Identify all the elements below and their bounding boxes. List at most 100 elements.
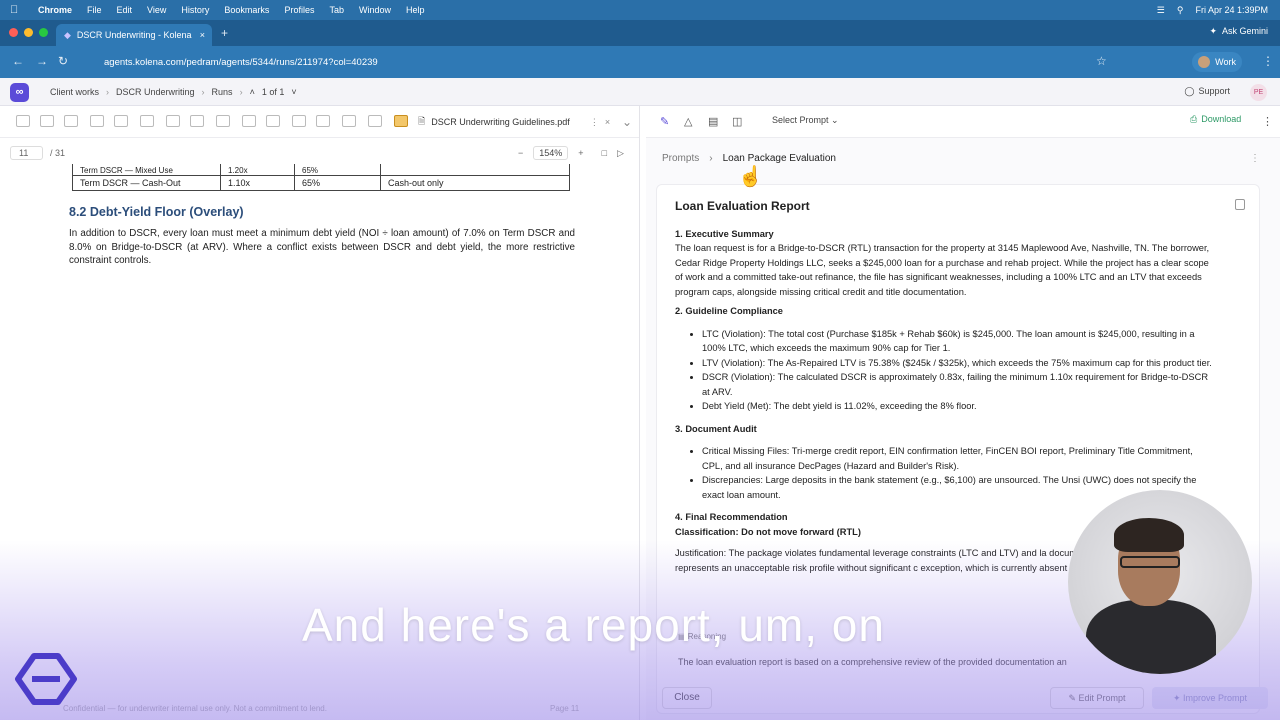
close-icon[interactable]: × bbox=[605, 117, 610, 127]
back-icon[interactable]: ← bbox=[12, 54, 24, 68]
list-item: Critical Missing Files: Tri-merge credit… bbox=[702, 444, 1215, 473]
document-icon[interactable]: ▤ bbox=[708, 115, 718, 128]
table-cell: Term DSCR — Cash-Out bbox=[72, 174, 221, 191]
address-bar[interactable]: agents.kolena.com/pedram/agents/5344/run… bbox=[80, 51, 1120, 73]
forward-icon[interactable]: → bbox=[36, 54, 48, 68]
reasoning-text: The loan evaluation report is based on a… bbox=[678, 657, 1067, 667]
compliance-list: LTC (Violation): The total cost (Purchas… bbox=[702, 327, 1215, 414]
chevron-down-icon[interactable]: ⌄ bbox=[622, 115, 632, 129]
clock[interactable]: Fri Apr 24 1:39PM bbox=[1195, 5, 1268, 15]
download-button[interactable]: ⎙ Download bbox=[1190, 114, 1241, 125]
avatar bbox=[1198, 56, 1211, 68]
browser-tab[interactable]: ◆ DSCR Underwriting - Kolena × bbox=[56, 24, 212, 46]
toolbar-icon[interactable] bbox=[16, 115, 30, 127]
kolena-logo-icon[interactable]: ∞ bbox=[10, 83, 29, 102]
edit-pencil-icon[interactable]: ✎ bbox=[660, 115, 669, 128]
toolbar-icon[interactable] bbox=[190, 115, 204, 127]
close-tab-icon[interactable]: × bbox=[200, 30, 205, 40]
toolbar-icon[interactable] bbox=[40, 115, 54, 127]
toolbar-icon[interactable] bbox=[216, 115, 230, 127]
crumb-prompts[interactable]: Prompts bbox=[662, 153, 699, 164]
section-title: 1. Executive Summary bbox=[675, 228, 774, 239]
menu-window[interactable]: Window bbox=[359, 5, 391, 15]
more-vertical-icon[interactable]: ⋮ bbox=[590, 117, 599, 128]
list-item: Debt Yield (Met): The debt yield is 11.0… bbox=[702, 399, 1215, 414]
menu-history[interactable]: History bbox=[181, 5, 209, 15]
kolena-favicon-icon: ◆ bbox=[64, 29, 71, 40]
select-prompt-label: Select Prompt bbox=[772, 115, 829, 125]
toolbar-icon[interactable] bbox=[114, 115, 128, 127]
fit-page-icon[interactable]: □ bbox=[602, 148, 607, 158]
book-icon[interactable]: ◫ bbox=[732, 115, 742, 128]
toolbar-icon[interactable] bbox=[166, 115, 180, 127]
menu-tab[interactable]: Tab bbox=[329, 5, 344, 15]
close-window-button[interactable] bbox=[9, 28, 18, 37]
toolbar-icon[interactable] bbox=[342, 115, 356, 127]
pager-up-icon[interactable]: ˄ bbox=[250, 87, 255, 97]
chevron-down-icon: ⌄ bbox=[831, 115, 839, 125]
url-text: agents.kolena.com/pedram/agents/5344/run… bbox=[104, 56, 378, 68]
highlight-icon[interactable] bbox=[394, 115, 408, 127]
select-prompt-dropdown[interactable]: Select Prompt ⌄ bbox=[772, 115, 839, 126]
pdf-footer-page: Page 11 bbox=[550, 704, 580, 713]
toolbar-icon[interactable] bbox=[90, 115, 104, 127]
pager-down-icon[interactable]: ˅ bbox=[291, 87, 296, 97]
toolbar-icon[interactable] bbox=[242, 115, 256, 127]
toolbar-icon[interactable] bbox=[316, 115, 330, 127]
report-title: Loan Evaluation Report bbox=[675, 199, 810, 213]
tab-title: DSCR Underwriting - Kolena bbox=[76, 30, 192, 40]
zoom-controls: − 154% + □ ▷ bbox=[518, 146, 624, 160]
new-tab-icon[interactable]: + bbox=[221, 26, 228, 40]
chevron-right-icon: › bbox=[106, 87, 110, 97]
zoom-out-icon[interactable]: − bbox=[518, 148, 523, 158]
graph-icon[interactable]: △ bbox=[684, 115, 692, 128]
crumb-dscr-underwriting[interactable]: DSCR Underwriting bbox=[116, 87, 195, 97]
expand-icon[interactable]: ▷ bbox=[617, 148, 624, 159]
maximize-window-button[interactable] bbox=[39, 28, 48, 37]
close-button[interactable]: Close bbox=[662, 687, 712, 709]
toolbar-icon[interactable] bbox=[64, 115, 78, 127]
ltv-table: Term DSCR — Mixed Use 1.20x 65% Term DSC… bbox=[72, 164, 570, 191]
support-label: Support bbox=[1198, 86, 1230, 96]
menu-chrome[interactable]: Chrome bbox=[38, 5, 72, 15]
toolbar-icon[interactable] bbox=[266, 115, 280, 127]
presenter-glasses bbox=[1120, 556, 1180, 568]
apple-icon[interactable]:  bbox=[10, 4, 24, 16]
more-menu-icon[interactable]: ⋮ bbox=[1262, 54, 1274, 68]
menu-bookmarks[interactable]: Bookmarks bbox=[224, 5, 269, 15]
tab-strip: ◆ DSCR Underwriting - Kolena × + ✦ Ask G… bbox=[0, 20, 1280, 46]
toolbar-icon[interactable] bbox=[368, 115, 382, 127]
more-vertical-icon[interactable]: ⋮ bbox=[1250, 153, 1260, 164]
toolbar-icon[interactable] bbox=[292, 115, 306, 127]
menu-view[interactable]: View bbox=[147, 5, 166, 15]
bookmark-star-icon[interactable]: ☆ bbox=[1096, 54, 1107, 68]
crumb-client-works[interactable]: Client works bbox=[50, 87, 99, 97]
user-avatar[interactable]: PE bbox=[1250, 84, 1267, 101]
reload-icon[interactable]: ↻ bbox=[58, 54, 68, 68]
copy-icon[interactable] bbox=[1235, 199, 1245, 210]
search-icon[interactable]: ⚲ bbox=[1177, 5, 1184, 16]
edit-prompt-button[interactable]: ✎ Edit Prompt bbox=[1050, 687, 1144, 709]
menu-help[interactable]: Help bbox=[406, 5, 425, 15]
improve-prompt-button[interactable]: ✦ Improve Prompt bbox=[1152, 687, 1268, 709]
menu-profiles[interactable]: Profiles bbox=[284, 5, 314, 15]
support-link[interactable]: ◯ Support bbox=[1184, 86, 1230, 97]
more-vertical-icon[interactable]: ⋮ bbox=[1262, 115, 1273, 128]
minimize-window-button[interactable] bbox=[24, 28, 33, 37]
zoom-level[interactable]: 154% bbox=[533, 146, 569, 160]
wifi-icon[interactable]: ☰ bbox=[1157, 5, 1165, 16]
menu-edit[interactable]: Edit bbox=[117, 5, 133, 15]
ask-gemini-label: Ask Gemini bbox=[1221, 26, 1268, 36]
ask-gemini-button[interactable]: ✦ Ask Gemini bbox=[1209, 26, 1268, 37]
pdf-document-tab[interactable]: 🗎 DSCR Underwriting Guidelines.pdf ⋮ × bbox=[418, 112, 610, 132]
section-text: The loan request is for a Bridge-to-DSCR… bbox=[675, 243, 1210, 297]
table-cell: Cash-out only bbox=[380, 174, 570, 191]
toolbar-icon[interactable] bbox=[140, 115, 154, 127]
kolena-watermark-logo-icon bbox=[15, 653, 77, 705]
webcam-feed bbox=[1068, 490, 1252, 674]
menu-file[interactable]: File bbox=[87, 5, 102, 15]
zoom-in-icon[interactable]: + bbox=[578, 148, 583, 158]
page-number-input[interactable]: 11 bbox=[10, 146, 43, 160]
profile-button[interactable]: Work bbox=[1192, 52, 1242, 72]
crumb-runs[interactable]: Runs bbox=[212, 87, 233, 97]
